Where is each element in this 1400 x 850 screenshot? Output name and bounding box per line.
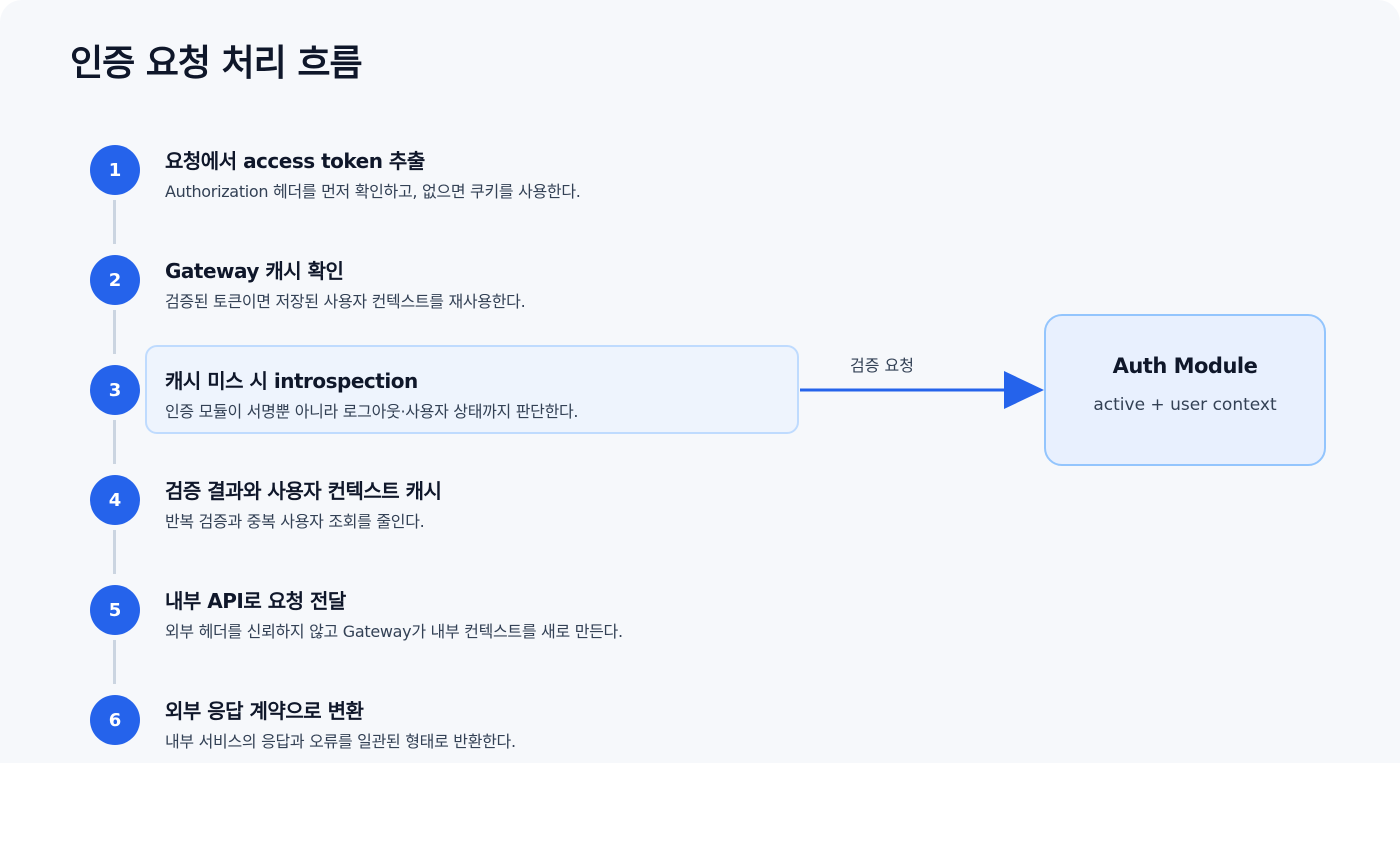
auth-module-title: Auth Module <box>1112 354 1258 378</box>
step-title: 요청에서 access token 추출 <box>165 149 425 173</box>
step-connector <box>113 530 116 574</box>
step-number-badge: 3 <box>90 365 140 415</box>
step-number-badge: 6 <box>90 695 140 745</box>
arrow-right-icon <box>800 371 1044 409</box>
edge-label: 검증 요청 <box>850 356 914 375</box>
diagram-canvas: 인증 요청 처리 흐름 1 요청에서 access token 추출 Autho… <box>0 0 1400 763</box>
step-connector <box>113 310 116 354</box>
step-title: Gateway 캐시 확인 <box>165 259 344 283</box>
step-description: 내부 서비스의 응답과 오류를 일관된 형태로 반환한다. <box>165 732 516 751</box>
step-title: 외부 응답 계약으로 변환 <box>165 699 364 723</box>
arrow-head <box>1004 371 1044 409</box>
step-connector <box>113 420 116 464</box>
step-title: 내부 API로 요청 전달 <box>165 589 346 613</box>
step-title: 캐시 미스 시 introspection <box>165 369 418 393</box>
step-description: 검증된 토큰이면 저장된 사용자 컨텍스트를 재사용한다. <box>165 292 526 311</box>
step-description: Authorization 헤더를 먼저 확인하고, 없으면 쿠키를 사용한다. <box>165 182 581 201</box>
step-number-badge: 4 <box>90 475 140 525</box>
step-description: 인증 모듈이 서명뿐 아니라 로그아웃·사용자 상태까지 판단한다. <box>165 402 579 421</box>
step-title: 검증 결과와 사용자 컨텍스트 캐시 <box>165 479 442 503</box>
auth-module-node: Auth Module active + user context <box>1044 314 1326 466</box>
step-number-badge: 1 <box>90 145 140 195</box>
auth-module-subtitle: active + user context <box>1093 395 1277 415</box>
step-connector <box>113 640 116 684</box>
step-connector <box>113 200 116 244</box>
step-number-badge: 2 <box>90 255 140 305</box>
page-title: 인증 요청 처리 흐름 <box>70 43 363 84</box>
step-description: 반복 검증과 중복 사용자 조회를 줄인다. <box>165 512 425 531</box>
step-number-badge: 5 <box>90 585 140 635</box>
step-description: 외부 헤더를 신뢰하지 않고 Gateway가 내부 컨텍스트를 새로 만든다. <box>165 622 623 641</box>
